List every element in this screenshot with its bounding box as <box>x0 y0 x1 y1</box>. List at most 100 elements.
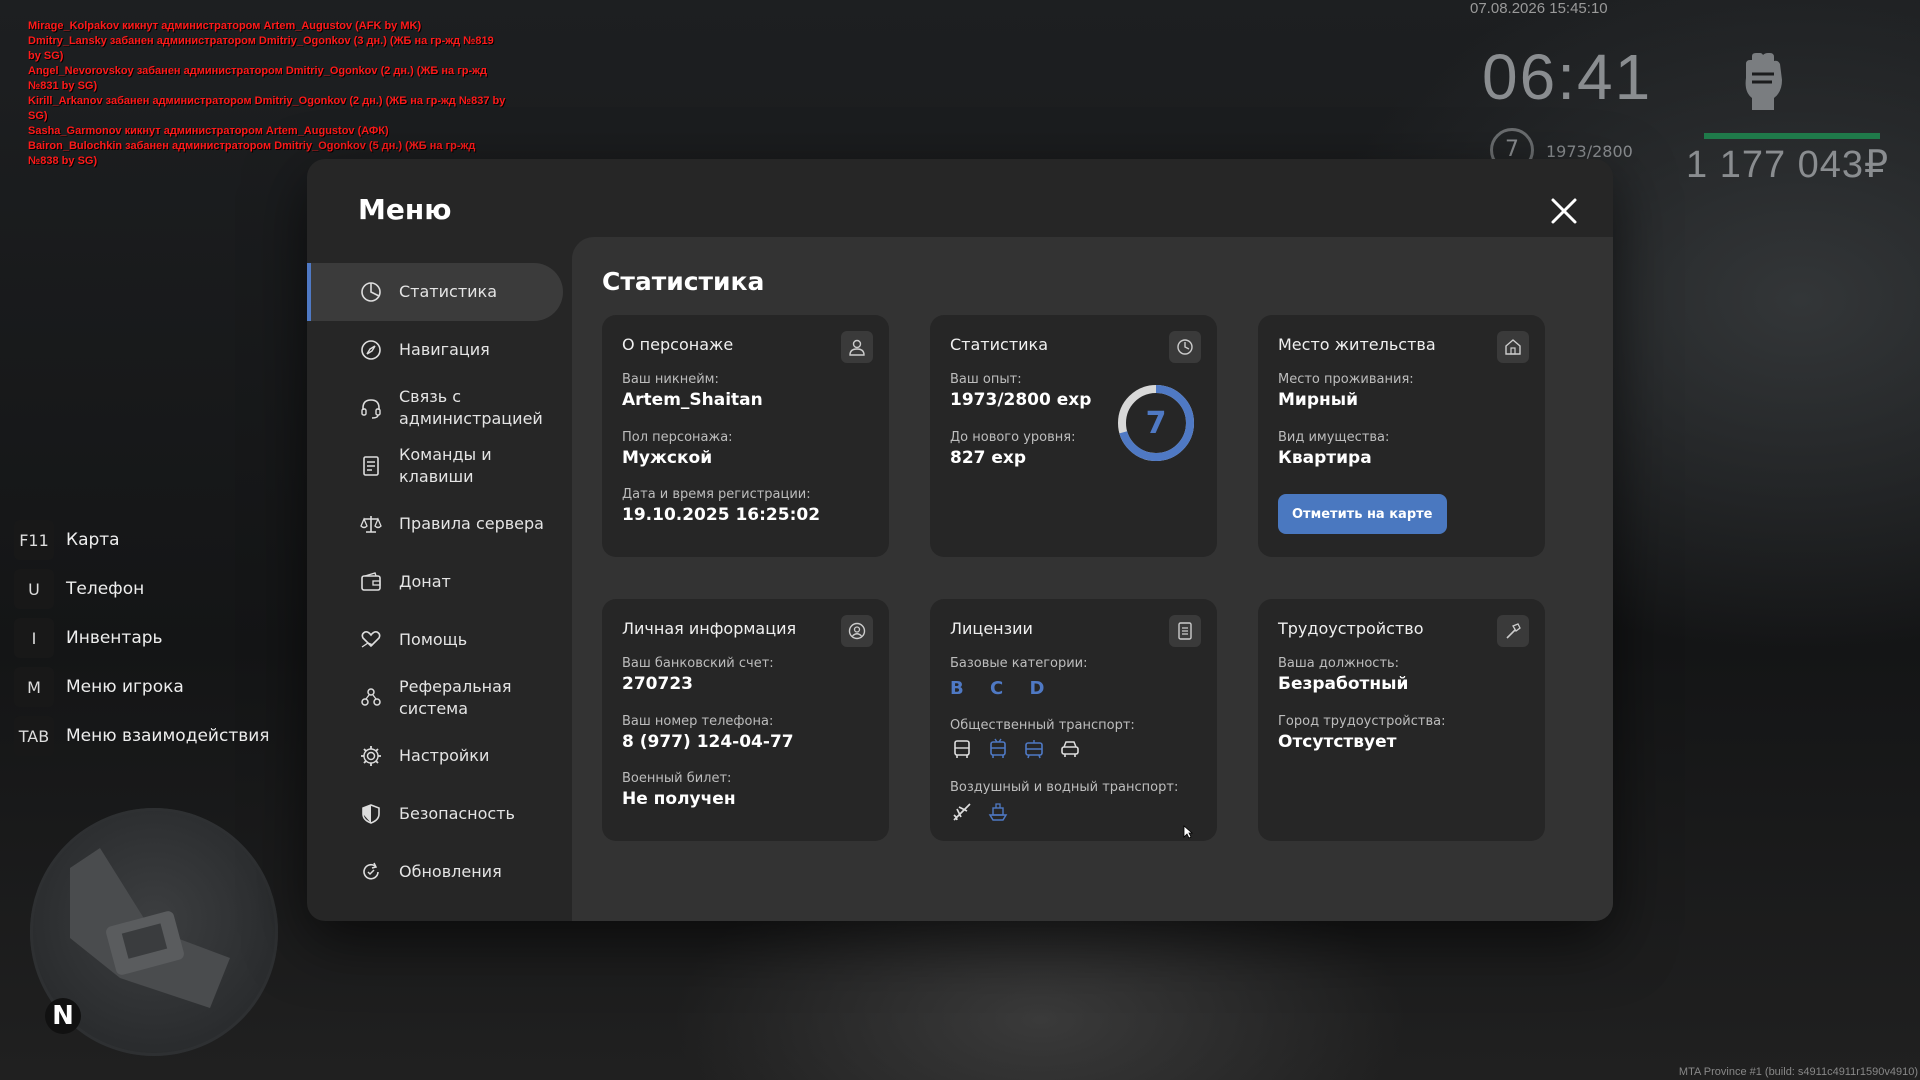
home-icon <box>1497 331 1529 363</box>
hotkey-list: F11 Карта U Телефон I Инвентарь M Меню игрок… <box>14 520 270 765</box>
card-residence: Место жительства Место проживания: Мирны… <box>1258 315 1545 557</box>
compass-icon <box>359 338 383 362</box>
field-label: Пол персонажа: <box>622 430 733 445</box>
field-value: Отсутствует <box>1278 732 1397 752</box>
field-value: 8 (977) 124-04-77 <box>622 732 794 752</box>
card-title: Место жительства <box>1278 335 1436 354</box>
sidebar-item-navigation[interactable]: Навигация <box>307 321 563 379</box>
field-label: Ваш номер телефона: <box>622 714 774 729</box>
close-icon <box>1551 198 1577 224</box>
hotkey-key: M <box>14 667 54 707</box>
sidebar-item-label: Статистика <box>399 282 497 301</box>
sidebar-item-label: Правила сервера <box>399 514 544 533</box>
sidebar-item-updates[interactable]: Обновления <box>307 843 563 901</box>
sidebar-item-label: Помощь <box>399 630 468 649</box>
refresh-icon <box>359 860 383 884</box>
field-label: Дата и время регистрации: <box>622 487 811 502</box>
sidebar-item-label: Связь с администрацией <box>399 387 543 428</box>
sidebar-item-security[interactable]: Безопасность <box>307 785 563 843</box>
card-title: Трудоустройство <box>1278 619 1424 638</box>
sidebar-item-statistics[interactable]: Статистика <box>307 263 563 321</box>
document-icon <box>359 454 383 478</box>
field-label: До нового уровня: <box>950 430 1076 445</box>
hotkey-phone[interactable]: U Телефон <box>14 569 270 609</box>
field-value: Квартира <box>1278 448 1372 468</box>
field-value: 270723 <box>622 674 693 694</box>
boat-icon <box>986 800 1010 824</box>
chat-log: Mirage_Kolpakov кикнут администратором A… <box>28 19 508 169</box>
card-title: Лицензии <box>950 619 1033 638</box>
field-label: Вид имущества: <box>1278 430 1390 445</box>
sidebar-item-label: Обновления <box>399 862 502 881</box>
card-character: О персонаже Ваш никнейм: Artem_Shaitan П… <box>602 315 889 557</box>
user-icon <box>841 331 873 363</box>
sidebar-item-label: Донат <box>399 572 451 591</box>
sidebar-item-rules[interactable]: Правила сервера <box>307 495 563 553</box>
trolleybus-icon <box>986 737 1010 761</box>
sidebar-item-referral[interactable]: Реферальная система <box>307 669 563 727</box>
section-title: Статистика <box>602 267 765 296</box>
minimap-north: N <box>45 998 81 1034</box>
field-value: Мирный <box>1278 390 1359 410</box>
content-panel: Статистика О персонаже Ваш никнейм: Arte… <box>572 237 1613 921</box>
hotkey-key: F11 <box>14 520 54 560</box>
field-label: Город трудоустройства: <box>1278 714 1446 729</box>
shield-icon <box>359 802 383 826</box>
mark-on-map-button[interactable]: Отметить на карте <box>1278 494 1447 534</box>
card-statistics: Статистика Ваш опыт: 1973/2800 exp До но… <box>930 315 1217 557</box>
sidebar-item-label: Настройки <box>399 746 490 765</box>
pie-chart-icon <box>359 280 383 304</box>
sidebar-item-commands[interactable]: Команды и клавиши <box>307 437 563 495</box>
menu-modal: Меню Статистика Навигация Связь с админи… <box>307 159 1613 921</box>
hotkey-key: I <box>14 618 54 658</box>
card-title: Личная информация <box>622 619 797 638</box>
sidebar-item-settings[interactable]: Настройки <box>307 727 563 785</box>
user-circle-icon <box>841 615 873 647</box>
field-value: Мужской <box>622 448 713 468</box>
card-licenses: Лицензии Базовые категории: B C D Общест… <box>930 599 1217 841</box>
hud-time: 06:41 <box>1482 41 1653 113</box>
hotkey-label: Меню взаимодействия <box>66 726 270 746</box>
level-number: 7 <box>1145 405 1167 441</box>
hotkey-interaction-menu[interactable]: TAB Меню взаимодействия <box>14 716 270 756</box>
id-card-icon <box>1169 615 1201 647</box>
field-value: 1973/2800 exp <box>950 390 1092 410</box>
license-categories: B C D <box>950 678 1055 699</box>
card-title: Статистика <box>950 335 1048 354</box>
field-value: Artem_Shaitan <box>622 390 763 410</box>
field-label: Ваш банковский счет: <box>622 656 774 671</box>
tram-icon <box>1022 737 1046 761</box>
close-button[interactable] <box>1547 194 1581 228</box>
public-transport-icons <box>950 737 1082 761</box>
hotkey-label: Меню игрока <box>66 677 184 697</box>
field-value: 827 exp <box>950 448 1027 468</box>
card-title: О персонаже <box>622 335 734 354</box>
card-employment: Трудоустройство Ваша должность: Безработ… <box>1258 599 1545 841</box>
card-personal-info: Личная информация Ваш банковский счет: 2… <box>602 599 889 841</box>
field-label: Ваш никнейм: <box>622 372 719 387</box>
headset-icon <box>359 396 383 420</box>
people-icon <box>359 686 383 710</box>
hotkey-player-menu[interactable]: M Меню игрока <box>14 667 270 707</box>
clock-icon <box>1169 331 1201 363</box>
chat-line: Dmitry_Lansky забанен администратором Dm… <box>28 35 494 62</box>
mouse-cursor-icon <box>1183 824 1194 843</box>
sidebar-item-donate[interactable]: Донат <box>307 553 563 611</box>
field-label: Базовые категории: <box>950 656 1088 671</box>
hotkey-map[interactable]: F11 Карта <box>14 520 270 560</box>
air-water-transport-icons <box>950 800 1010 824</box>
sidebar-item-label: Команды и клавиши <box>399 445 492 486</box>
hotkey-key: TAB <box>14 716 54 756</box>
field-label: Ваш опыт: <box>950 372 1022 387</box>
sidebar-item-admin-contact[interactable]: Связь с администрацией <box>307 379 563 437</box>
sidebar-item-help[interactable]: Помощь <box>307 611 563 669</box>
hotkey-label: Инвентарь <box>66 628 163 648</box>
chat-line: Angel_Nevorovskoy забанен администраторо… <box>28 65 487 92</box>
wallet-icon <box>359 570 383 594</box>
heart-hand-icon <box>359 628 383 652</box>
field-label: Воздушный и водный транспорт: <box>950 780 1179 795</box>
sidebar: Статистика Навигация Связь с администрац… <box>307 263 563 901</box>
hotkey-inventory[interactable]: I Инвентарь <box>14 618 270 658</box>
hud-money: 1 177 043₽ <box>1686 144 1890 186</box>
sidebar-item-label: Навигация <box>399 340 490 359</box>
